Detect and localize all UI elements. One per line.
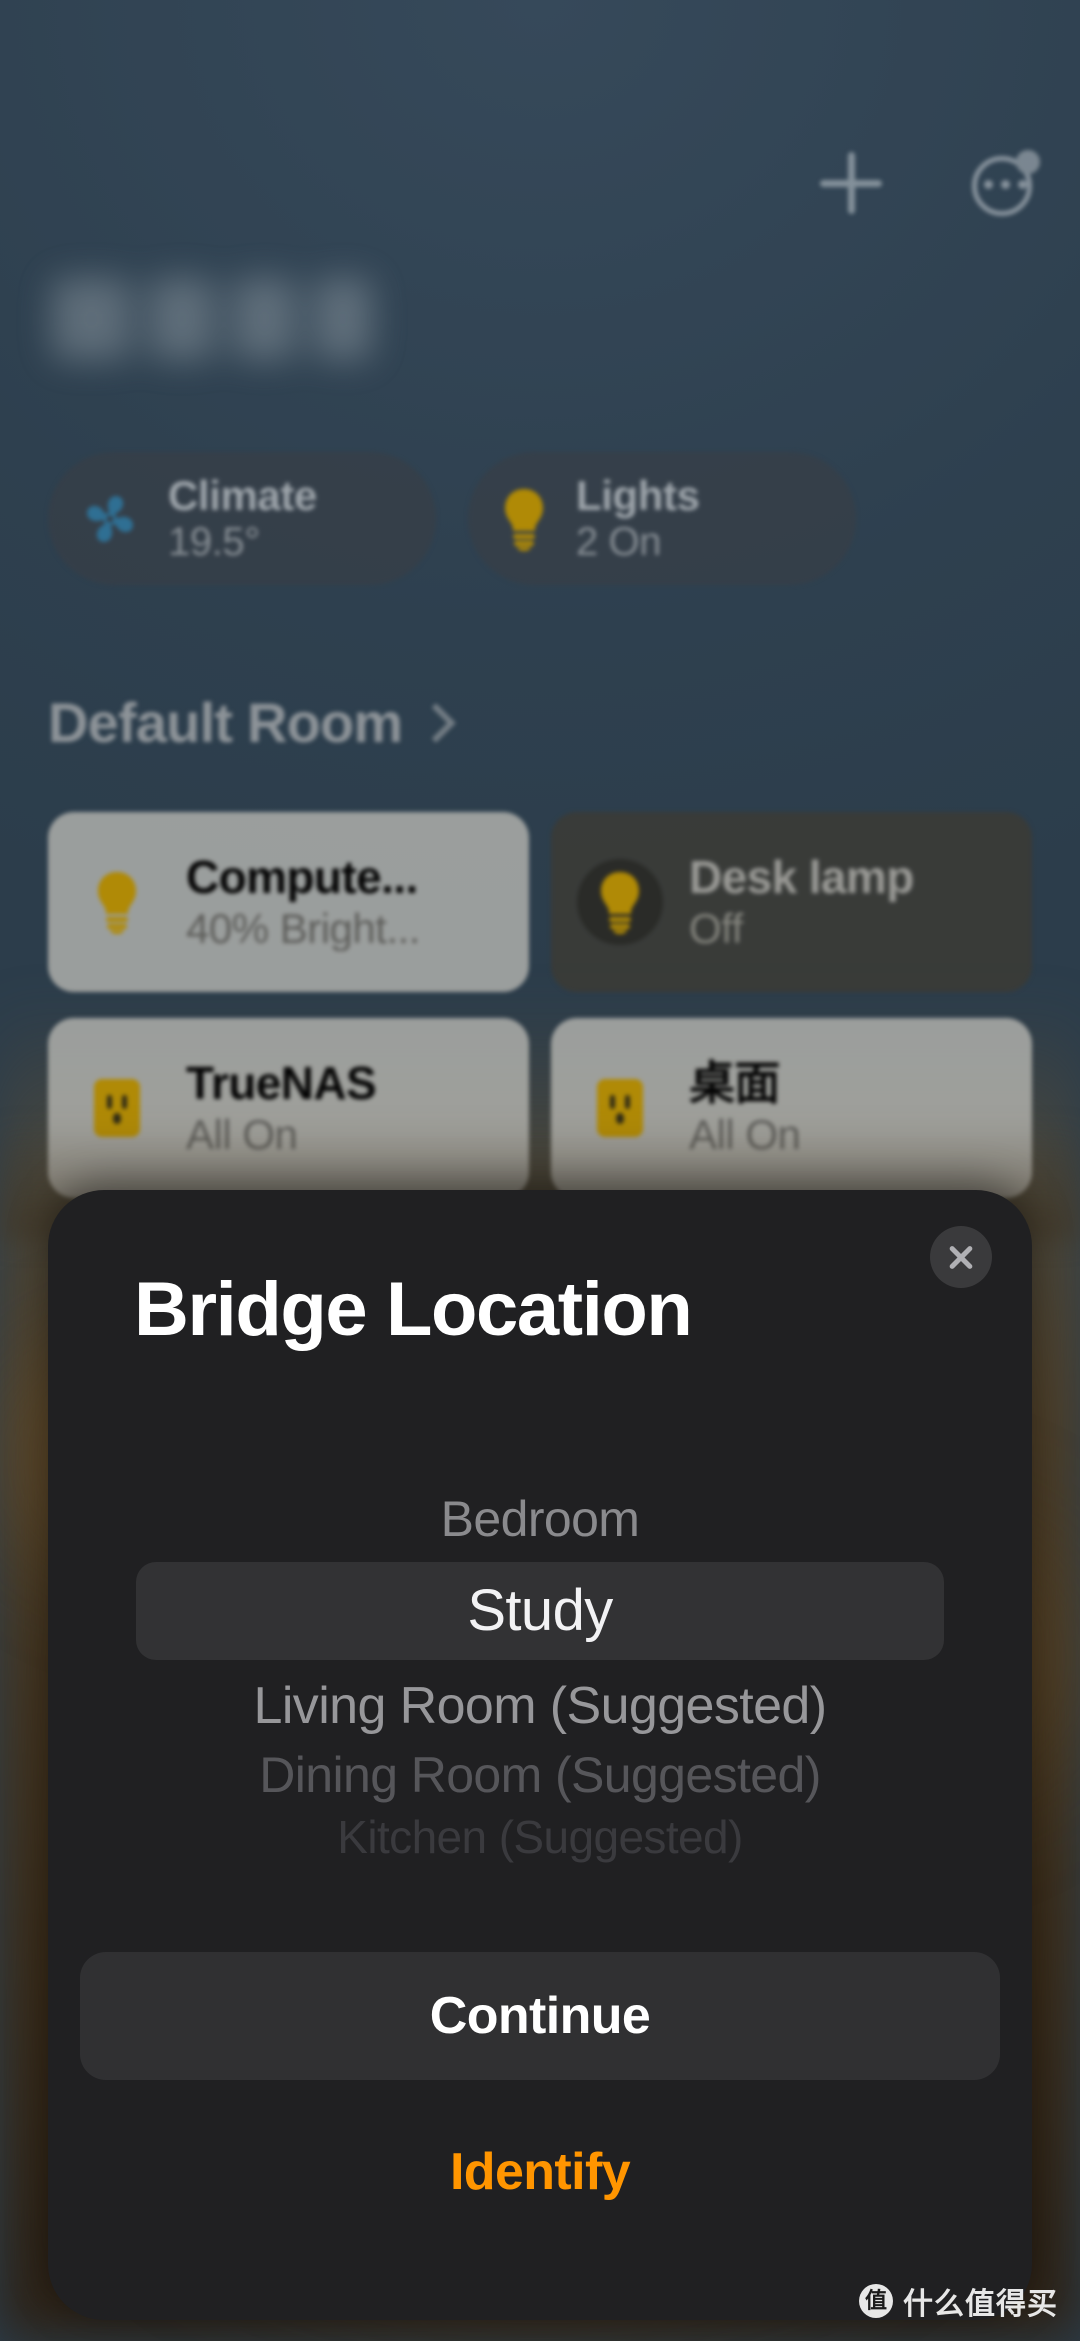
device-tile-desk-lamp[interactable]: Desk lamp Off	[551, 812, 1032, 992]
watermark-logo-icon: 值	[859, 2284, 893, 2318]
room-section-title: Default Room	[48, 691, 403, 754]
status-pill-climate[interactable]: Climate 19.5°	[48, 452, 436, 586]
tile-name: 桌面	[689, 1058, 780, 1108]
tile-state: Off	[689, 906, 743, 952]
tile-name: TrueNAS	[186, 1058, 377, 1108]
more-options-circle-icon[interactable]	[972, 150, 1040, 216]
close-icon[interactable]	[930, 1226, 992, 1288]
tile-name: Compute...	[186, 852, 418, 902]
picker-option-dining-room[interactable]: Dining Room (Suggested)	[48, 1746, 1032, 1804]
tile-icon-slot	[74, 859, 160, 945]
watermark: 值 什么值得买	[859, 2279, 1058, 2323]
phone-screen: Climate 19.5° Lights 2 On Default Room C…	[0, 0, 1080, 2341]
picker-option-living-room[interactable]: Living Room (Suggested)	[48, 1676, 1032, 1736]
close-glyph	[946, 1242, 976, 1272]
picker-option-study[interactable]: Study	[136, 1562, 944, 1660]
more-badge-dot	[1016, 150, 1040, 174]
more-dots	[984, 180, 1027, 189]
status-pill-value: 19.5°	[168, 519, 260, 564]
tile-name: Desk lamp	[689, 852, 914, 902]
bridge-location-sheet: Bridge Location Bedroom Study Living Roo…	[48, 1190, 1032, 2320]
sheet-title: Bridge Location	[134, 1267, 693, 1352]
room-section-header[interactable]: Default Room	[48, 690, 442, 755]
bulb-icon	[505, 488, 543, 551]
bulb-icon	[98, 872, 136, 934]
fan-icon	[87, 495, 133, 542]
tile-icon-slot	[577, 859, 663, 945]
status-pill-row: Climate 19.5° Lights 2 On	[48, 452, 856, 586]
status-pill-title: Lights	[576, 472, 700, 519]
room-picker-wheel[interactable]: Bedroom Study Living Room (Suggested) Di…	[48, 1490, 1032, 1880]
picker-option-kitchen[interactable]: Kitchen (Suggested)	[48, 1810, 1032, 1864]
home-title-redacted	[52, 278, 372, 360]
watermark-text: 什么值得买	[903, 2288, 1058, 2321]
plus-icon[interactable]	[820, 152, 882, 214]
status-pill-lights[interactable]: Lights 2 On	[468, 452, 856, 586]
home-toolbar	[820, 150, 1040, 216]
bulb-icon	[601, 872, 639, 934]
status-pill-value: 2 On	[576, 519, 662, 564]
chevron-right-icon	[420, 704, 442, 742]
tile-state: 40% Bright...	[186, 906, 420, 952]
device-tile-computer[interactable]: Compute... 40% Bright...	[48, 812, 529, 992]
status-pill-title: Climate	[168, 472, 317, 519]
picker-option-bedroom[interactable]: Bedroom	[48, 1490, 1032, 1548]
identify-button[interactable]: Identify	[48, 2132, 1032, 2212]
continue-button[interactable]: Continue	[80, 1952, 1000, 2080]
